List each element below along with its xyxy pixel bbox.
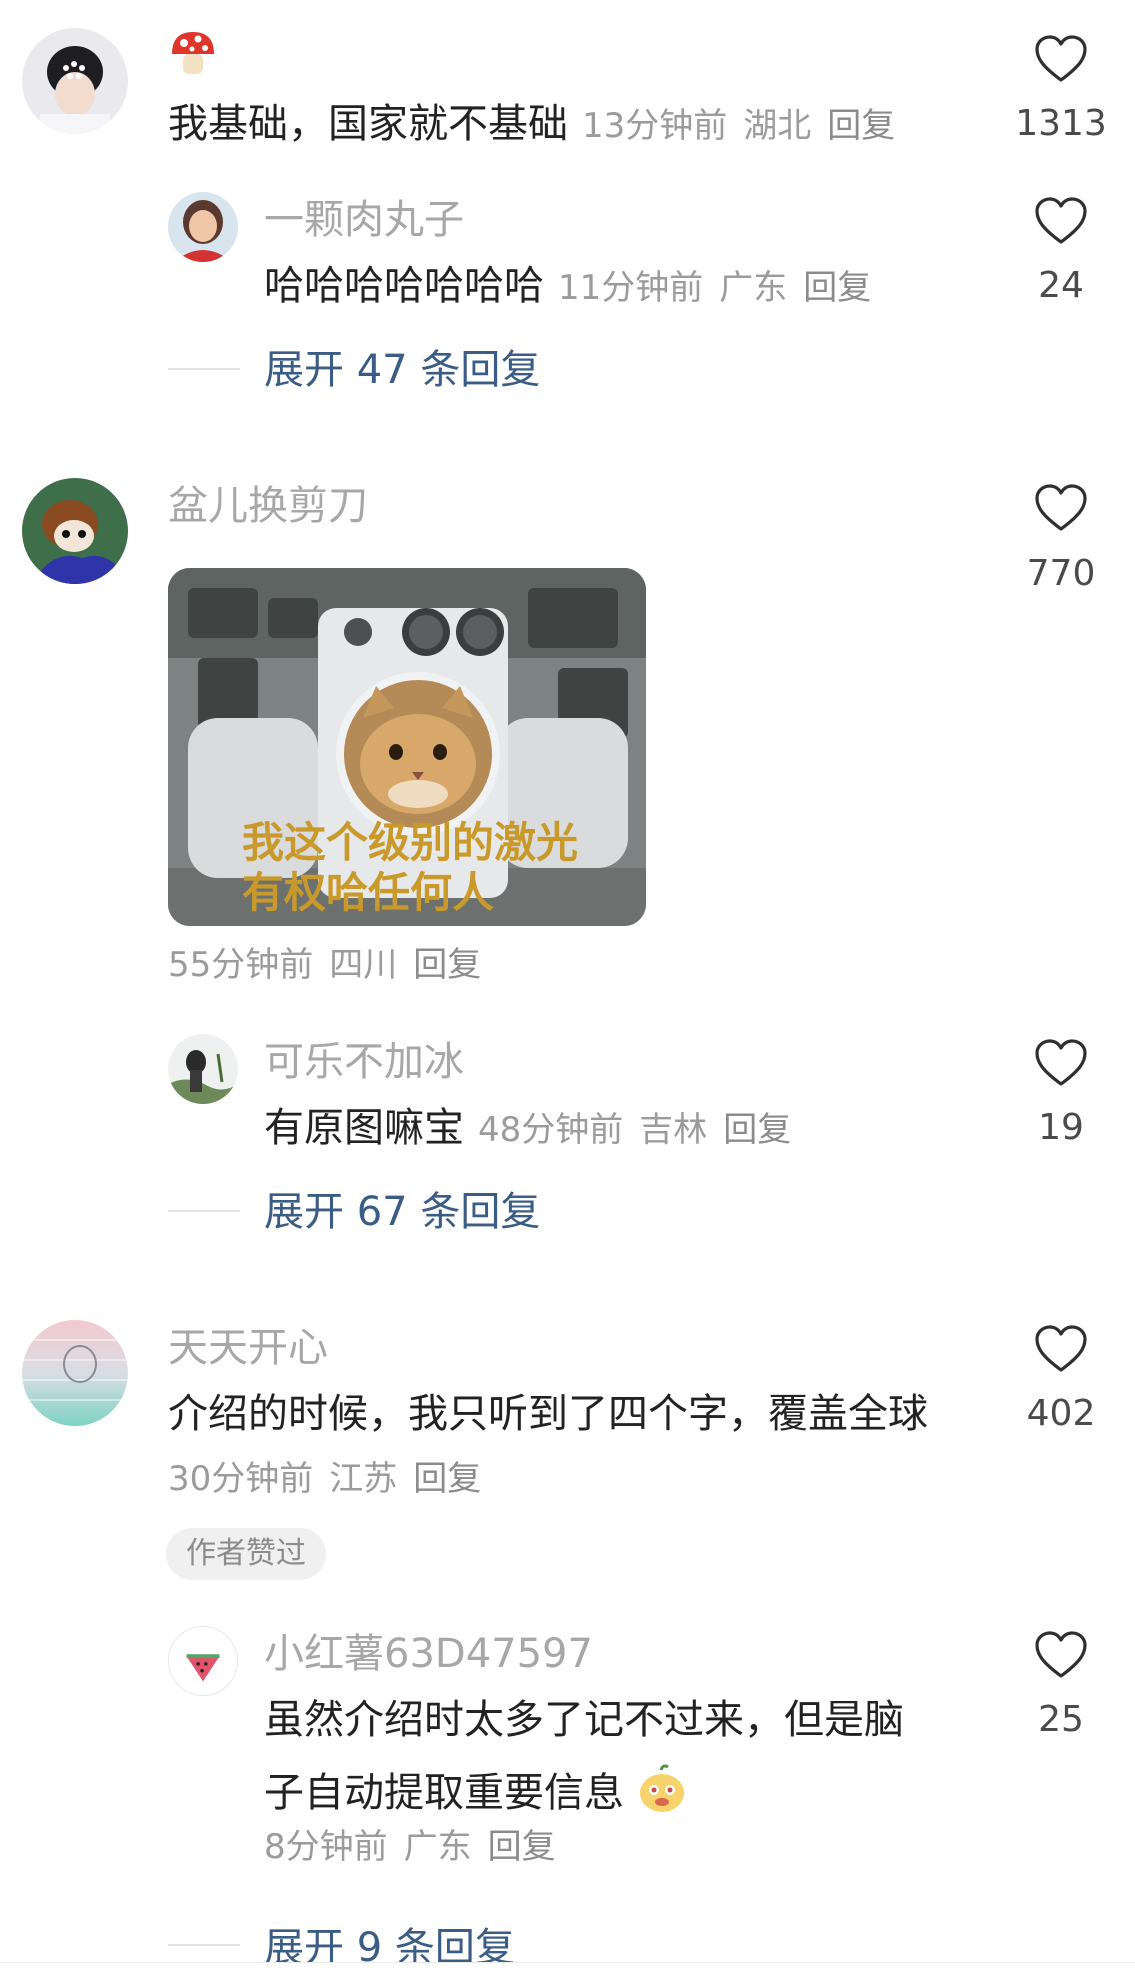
reply-location: 吉林: [639, 1110, 708, 1150]
expand-divider: [168, 368, 240, 370]
reply-time: 8分钟前: [264, 1827, 388, 1867]
reply-text-line-1: 虽然介绍时太多了记不过来，但是脑: [264, 1697, 904, 1743]
comment-meta: 30分钟前 江苏 回复: [168, 1462, 481, 1496]
reply-author-name[interactable]: 可乐不加冰: [264, 1042, 464, 1082]
avatar[interactable]: [168, 1034, 238, 1104]
comment-time: 30分钟前: [168, 1459, 314, 1499]
avatar[interactable]: [22, 28, 128, 134]
comment-author-name[interactable]: 天天开心: [168, 1328, 328, 1368]
comment-time: 55分钟前: [168, 945, 314, 985]
comment-meta: 55分钟前 四川 回复: [168, 948, 481, 982]
avatar[interactable]: [22, 1320, 128, 1426]
comment-location: 江苏: [329, 1459, 398, 1499]
reply-button[interactable]: 回复: [488, 1827, 556, 1867]
avatar[interactable]: [168, 1626, 238, 1696]
author-liked-badge: 作者赞过: [166, 1528, 326, 1580]
reply-button[interactable]: 回复: [413, 1459, 481, 1499]
expand-divider: [168, 1944, 240, 1946]
comment-location: 湖北: [743, 106, 812, 146]
comment-author-name[interactable]: 盆儿换剪刀: [168, 486, 368, 526]
expand-replies-link[interactable]: 展开 47 条回复: [264, 350, 540, 390]
avatar[interactable]: [168, 192, 238, 262]
comment-text: 我基础，国家就不基础 13分钟前 湖北 回复: [168, 101, 896, 147]
reply-text-line-2: 子自动提取重要信息: [264, 1764, 687, 1814]
heart-outline-icon[interactable]: [1034, 1038, 1088, 1088]
heart-outline-icon[interactable]: [1034, 196, 1088, 246]
heart-outline-icon[interactable]: [1034, 34, 1088, 84]
like-count: 25: [1038, 1699, 1084, 1740]
heart-outline-icon[interactable]: [1034, 1630, 1088, 1680]
reply-author-name[interactable]: 小红薯63D47597: [264, 1634, 593, 1674]
comment-text: 介绍的时候，我只听到了四个字，覆盖全球: [168, 1391, 928, 1437]
reply-location: 广东: [719, 268, 788, 308]
reply-time: 11分钟前: [558, 268, 704, 308]
reply-meta: 8分钟前 广东 回复: [264, 1830, 556, 1864]
reply-button[interactable]: 回复: [413, 945, 481, 985]
reply-time: 48分钟前: [478, 1110, 624, 1150]
expand-divider: [168, 1210, 240, 1212]
meme-caption-line-2: 有权哈任何人: [242, 868, 495, 917]
reply-button[interactable]: 回复: [723, 1110, 791, 1150]
comment-image[interactable]: 我这个级别的激光 有权哈任何人: [168, 568, 646, 926]
reply-location: 广东: [403, 1827, 472, 1867]
mushroom-icon: [168, 30, 218, 78]
reply-text: 哈哈哈哈哈哈哈 11分钟前 广东 回复: [264, 263, 872, 309]
comment-location: 四川: [329, 945, 398, 985]
yellow-face-emoji: [637, 1764, 687, 1814]
meme-caption-line-1: 我这个级别的激光: [242, 818, 579, 867]
reply-text: 有原图嘛宝 48分钟前 吉林 回复: [264, 1105, 792, 1151]
avatar[interactable]: [22, 478, 128, 584]
like-count: 19: [1038, 1107, 1084, 1148]
comment-time: 13分钟前: [582, 106, 728, 146]
like-count: 24: [1038, 265, 1084, 306]
reply-button[interactable]: 回复: [827, 106, 895, 146]
reply-button[interactable]: 回复: [803, 268, 871, 308]
expand-replies-link[interactable]: 展开 67 条回复: [264, 1192, 540, 1232]
like-count: 1313: [1015, 103, 1107, 144]
like-count: 402: [1026, 1393, 1096, 1434]
heart-outline-icon[interactable]: [1034, 483, 1088, 533]
like-count: 770: [1026, 553, 1096, 594]
heart-outline-icon[interactable]: [1034, 1324, 1088, 1374]
bottom-divider: [0, 1962, 1135, 1974]
reply-author-name[interactable]: 一颗肉丸子: [264, 200, 464, 240]
